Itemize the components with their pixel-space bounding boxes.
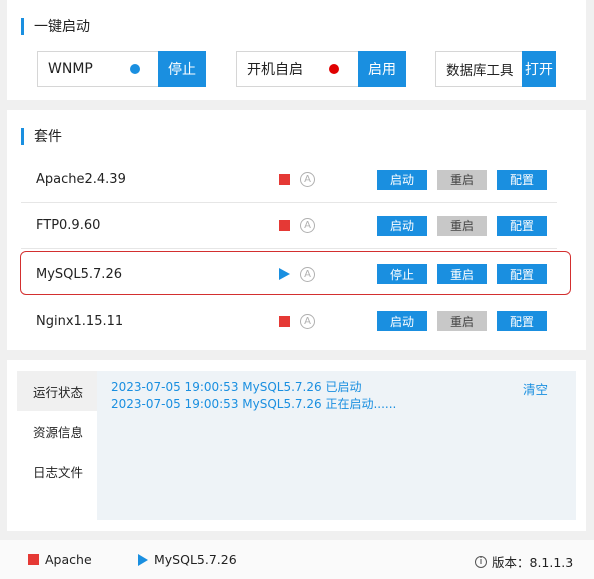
ftp-restart-button[interactable]: 重启 xyxy=(437,215,487,236)
mysql-config-button[interactable]: 配置 xyxy=(497,264,547,284)
auto-start-icon[interactable]: A xyxy=(300,172,315,187)
tab-run-status[interactable]: 运行状态 xyxy=(17,371,97,411)
auto-start-icon[interactable]: A xyxy=(300,266,315,282)
wnmp-status-dot xyxy=(130,64,140,74)
title-accent-bar xyxy=(21,17,24,35)
auto-start-icon[interactable]: A xyxy=(300,218,315,233)
ftp-config-button[interactable]: 配置 xyxy=(497,215,547,236)
wnmp-stop-button[interactable]: 停止 xyxy=(158,51,206,87)
db-tool-box: 数据库工具 打开 xyxy=(435,51,556,87)
log-line: 2023-07-05 19:00:53 MySQL5.7.26 已启动 xyxy=(111,380,362,394)
log-line: 2023-07-05 19:00:53 MySQL5.7.26 正在启动....… xyxy=(111,397,397,411)
wnmp-box: WNMP 停止 xyxy=(37,51,206,87)
service-row-ftp: FTP0.9.60 A 启动 重启 配置 xyxy=(21,203,557,249)
footer-apache-status: Apache xyxy=(28,552,92,567)
mysql-restart-button[interactable]: 重启 xyxy=(437,264,487,284)
suite-panel: 套件 Apache2.4.39 A 启动 重启 配置 FTP0.9.60 A 启… xyxy=(7,110,586,350)
stopped-icon xyxy=(279,220,290,231)
tab-resource-info[interactable]: 资源信息 xyxy=(17,411,97,451)
mysql-stop-button[interactable]: 停止 xyxy=(377,264,427,284)
db-tool-open-button[interactable]: 打开 xyxy=(522,51,556,87)
suite-title: 套件 xyxy=(21,126,62,146)
service-row-mysql: MySQL5.7.26 A 停止 重启 配置 xyxy=(21,251,557,297)
stopped-icon xyxy=(28,554,39,565)
autostart-status-dot xyxy=(329,64,339,74)
service-name: Apache2.4.39 xyxy=(36,172,126,187)
service-row-nginx: Nginx1.15.11 A 启动 重启 配置 xyxy=(21,298,557,344)
service-name: FTP0.9.60 xyxy=(36,218,101,233)
log-lines: 2023-07-05 19:00:53 MySQL5.7.26 已启动 2023… xyxy=(111,379,396,413)
quick-start-title: 一键启动 xyxy=(21,16,90,36)
info-icon: i xyxy=(475,555,487,568)
footer-version: i 版本：8.1.1.3 xyxy=(475,552,573,571)
autostart-box: 开机自启 启用 xyxy=(236,51,406,87)
nginx-restart-button[interactable]: 重启 xyxy=(437,311,487,331)
running-play-icon xyxy=(138,553,148,566)
autostart-enable-button[interactable]: 启用 xyxy=(358,51,406,87)
tab-log-files[interactable]: 日志文件 xyxy=(17,451,97,520)
nginx-config-button[interactable]: 配置 xyxy=(497,311,547,331)
stopped-icon xyxy=(279,174,290,185)
apache-config-button[interactable]: 配置 xyxy=(497,169,547,190)
log-tab-list: 运行状态 资源信息 日志文件 xyxy=(17,371,97,520)
status-bar: Apache MySQL5.7.26 i 版本：8.1.1.3 xyxy=(0,540,594,579)
ftp-start-button[interactable]: 启动 xyxy=(377,215,427,236)
service-row-apache: Apache2.4.39 A 启动 重启 配置 xyxy=(21,157,557,203)
title-accent-bar xyxy=(21,127,24,145)
stopped-icon xyxy=(279,315,290,327)
log-output: 2023-07-05 19:00:53 MySQL5.7.26 已启动 2023… xyxy=(97,371,576,520)
nginx-start-button[interactable]: 启动 xyxy=(377,311,427,331)
clear-log-link[interactable]: 清空 xyxy=(523,379,548,398)
service-name: Nginx1.15.11 xyxy=(36,313,124,329)
apache-start-button[interactable]: 启动 xyxy=(377,169,427,190)
log-panel: 运行状态 资源信息 日志文件 2023-07-05 19:00:53 MySQL… xyxy=(7,360,586,531)
auto-start-icon[interactable]: A xyxy=(300,313,315,329)
apache-restart-button[interactable]: 重启 xyxy=(437,169,487,190)
running-play-icon xyxy=(279,268,290,280)
footer-mysql-status: MySQL5.7.26 xyxy=(138,552,237,567)
service-name: MySQL5.7.26 xyxy=(36,266,122,282)
quick-start-panel: 一键启动 WNMP 停止 开机自启 启用 数据库工具 打开 xyxy=(7,0,586,100)
